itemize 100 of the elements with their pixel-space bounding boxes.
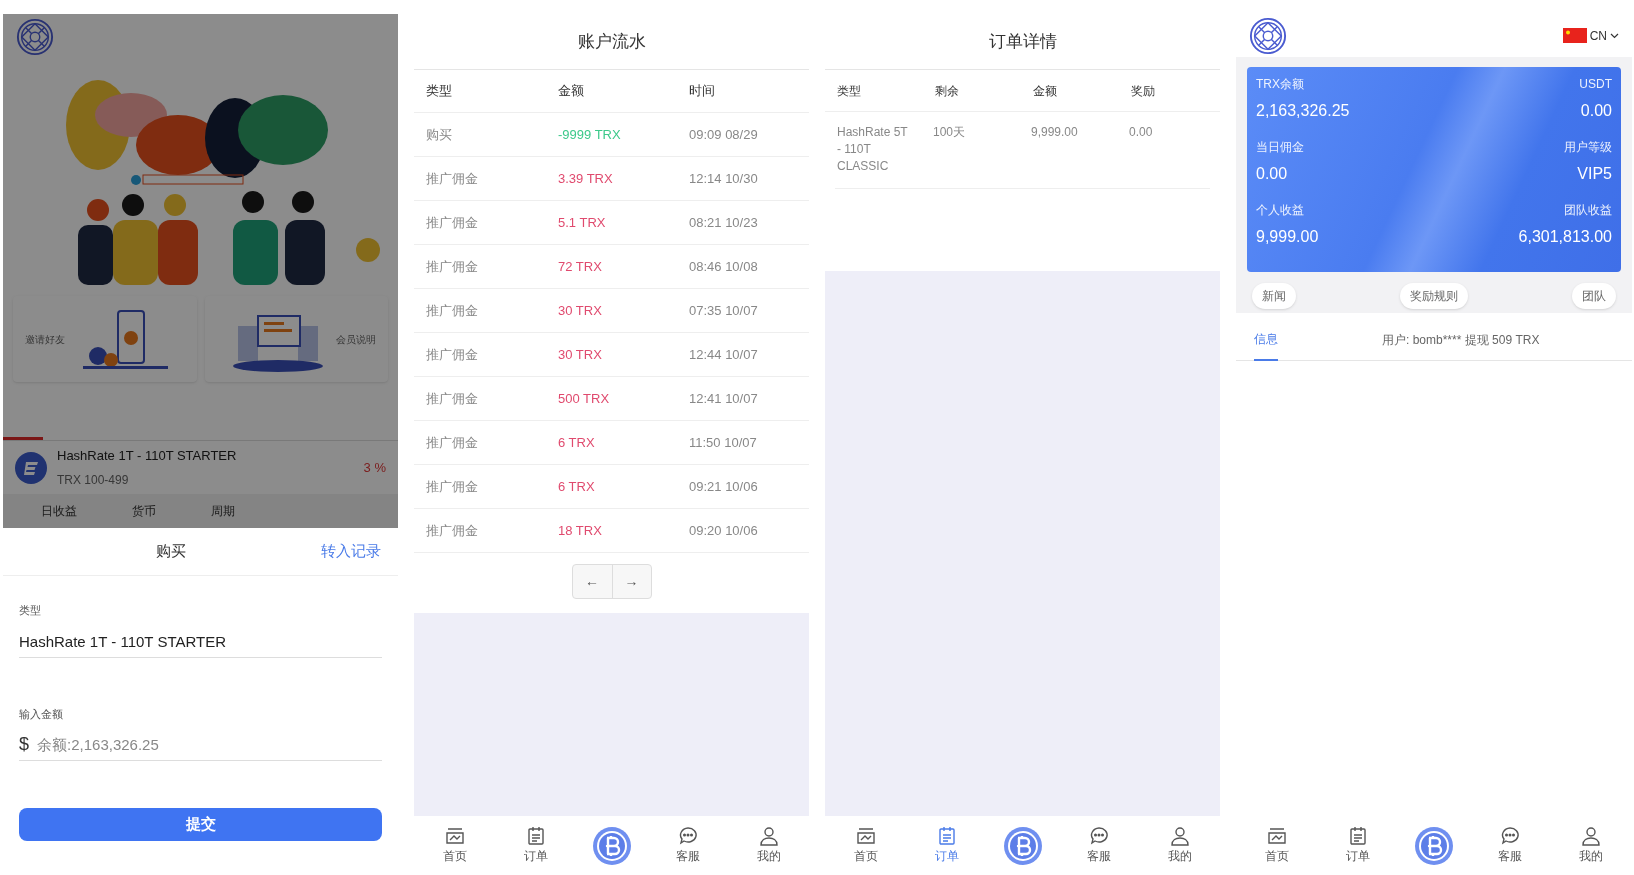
column-header: 类型 [426,82,453,101]
bitcoin-icon[interactable] [591,825,632,866]
stat-label: 用户等级 [1564,139,1612,156]
table-cell-text: 100天 [933,124,967,141]
table-cell-text: 推广佣金 [426,257,479,276]
field-label: 输入金额 [19,706,64,722]
field-label: 类型 [19,603,42,618]
column-header: 时间 [689,82,716,101]
table-cell-text: 推广佣金 [426,433,479,452]
amount-cell-text: 18 TRX [558,521,603,540]
table-cell-text: 09:21 10/06 [689,477,759,496]
notice-tab[interactable]: 信息 [1254,318,1278,361]
page-title: 账户流水 [414,14,809,70]
nav-tab[interactable]: 订单 [921,826,972,865]
nav-tab[interactable]: 客服 [1073,826,1124,865]
table-cell-text: 推广佣金 [426,213,479,232]
notice-text: 用户: bomb**** 提现 509 TRX [1382,331,1540,349]
amount-cell-text: 30 TRX [558,345,603,364]
clipboard-icon [525,826,546,846]
nav-tab[interactable]: 我的 [1566,826,1617,865]
product-name: HashRate 1T - 110T STARTER [57,446,238,465]
nav-tab[interactable]: 首页 [1251,826,1302,865]
column-header: 金额 [1033,82,1058,100]
previous-page-button[interactable]: ← [572,565,612,598]
table-cell-text: 推广佣金 [426,301,479,320]
column-header: 剩余 [935,82,960,100]
amount-cell-text: 6 TRX [558,477,596,496]
amount-cell-text: -9999 TRX [558,125,622,144]
amount-cell-text: 72 TRX [558,257,603,276]
table-cell-text: 08:46 10/08 [689,257,759,276]
chat-icon [677,826,698,846]
table-cell-text: 推广佣金 [426,169,479,188]
stat-label: USDT [1579,76,1612,93]
feature-card[interactable]: 会员说明 [204,296,388,382]
stat-value: 6,301,813.00 [1518,227,1612,247]
flag-icon [1562,28,1587,43]
column-header: 类型 [837,82,862,100]
pill-button[interactable]: 团队 [1572,283,1616,309]
nav-tab[interactable]: 客服 [1485,826,1536,865]
stat-label: 个人收益 [1256,202,1304,219]
person-icon [1169,826,1190,846]
stat-label: 团队收益 [1564,202,1612,219]
column-header: 金额 [558,82,585,101]
bitcoin-icon[interactable] [1002,825,1043,866]
table-cell-text: 推广佣金 [426,521,479,540]
clipboard-icon [936,826,957,846]
product-range: TRX 100-499 [57,472,130,490]
column-header: 奖励 [1131,82,1156,100]
column-tab[interactable]: 日收益 [41,502,77,520]
stat-value: VIP5 [1577,164,1612,184]
amount-cell-text: 3.39 TRX [558,169,614,188]
amount-cell-text: 30 TRX [558,301,603,320]
card-label: 邀请好友 [25,332,65,347]
table-cell-text: 推广佣金 [426,345,479,364]
nav-tab[interactable]: 订单 [1332,826,1383,865]
nav-tab[interactable]: 我的 [743,826,794,865]
nav-tab[interactable]: 客服 [662,826,713,865]
nav-tab[interactable]: 首页 [840,826,891,865]
table-cell-text: 0.00 [1129,124,1154,141]
table-cell-text: 11:50 10/07 [689,433,758,452]
home-icon [1266,826,1287,846]
pill-button[interactable]: 新闻 [1252,283,1296,309]
product-rate: 3 % [363,458,386,477]
currency-symbol: $ [19,733,29,756]
chat-icon [1088,826,1109,846]
table-cell-text: 12:14 10/30 [689,169,759,188]
stat-value: 2,163,326.25 [1256,101,1350,121]
language-selector[interactable]: CN [1562,26,1619,45]
table-cell-text: 购买 [426,125,453,144]
table-cell-text: 09:20 10/06 [689,521,759,540]
table-cell-text: 07:35 10/07 [689,301,759,320]
input-field[interactable]: HashRate 1T - 110T STARTER [19,627,382,655]
amount-cell-text: 500 TRX [558,389,611,408]
stat-value: 0.00 [1580,101,1612,121]
nav-tab[interactable]: 首页 [429,826,480,865]
stat-label: 当日佣金 [1256,139,1304,156]
chevron-down-icon [1610,32,1619,39]
input-field[interactable]: 余额:2,163,326.25 [37,730,382,759]
person-icon [758,826,779,846]
submit-button[interactable]: 提交 [19,808,382,841]
pill-button[interactable]: 奖励规则 [1400,283,1468,309]
table-cell-text: 12:41 10/07 [689,389,759,408]
transfer-records-link[interactable]: 转入记录 [321,540,381,563]
card-label: 会员说明 [336,332,376,347]
nav-tab[interactable]: 订单 [510,826,561,865]
column-tab[interactable]: 周期 [211,502,235,520]
sheet-title: 购买 [156,541,186,562]
person-icon [1581,826,1602,846]
table-cell-text: 9,999.00 [1031,124,1079,141]
feature-card[interactable]: 邀请好友 [13,296,197,382]
amount-cell-text: 5.1 TRX [558,213,607,232]
column-tab[interactable]: 货币 [132,502,156,520]
table-cell-text: HashRate 5T - 110T CLASSIC [837,124,909,175]
bitcoin-icon[interactable] [1413,825,1454,866]
next-page-button[interactable]: → [611,565,651,598]
page-title: 订单详情 [825,14,1220,70]
nav-tab[interactable]: 我的 [1154,826,1205,865]
home-icon [855,826,876,846]
table-cell-text: 09:09 08/29 [689,125,759,144]
table-cell-text: 12:44 10/07 [689,345,759,364]
